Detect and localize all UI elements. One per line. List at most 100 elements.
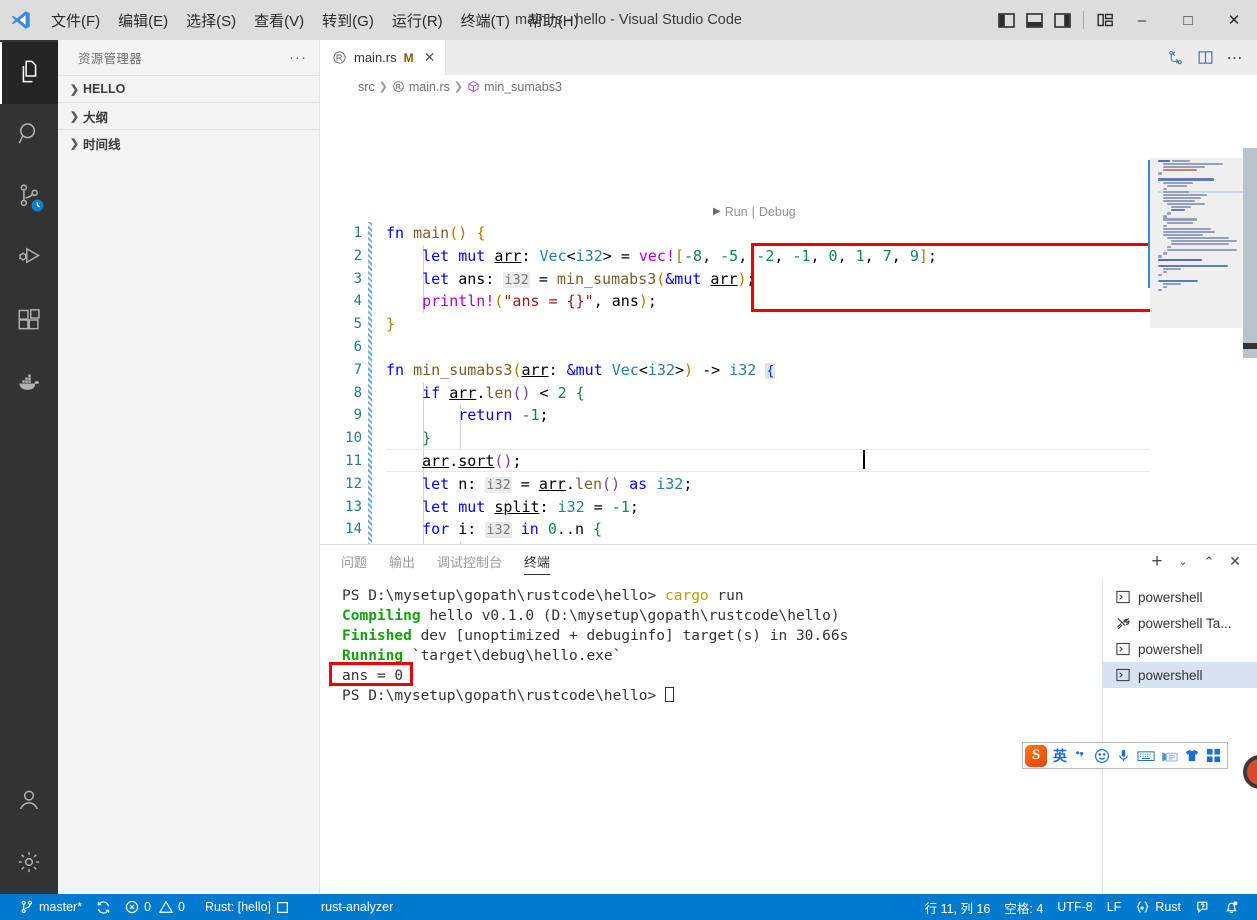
status-feedback[interactable] bbox=[1188, 894, 1217, 920]
ime-toolbar[interactable]: S 英 bbox=[1022, 742, 1228, 769]
sidebar-section-timeline[interactable]: ❯ 时间线 bbox=[58, 129, 319, 156]
source-control-branch-icon bbox=[20, 900, 34, 914]
terminal-list-label: powershell bbox=[1138, 641, 1203, 657]
codelens-run-link[interactable]: Run bbox=[725, 201, 748, 224]
minimap-slider[interactable] bbox=[1150, 158, 1243, 328]
sidebar-item-explorer[interactable] bbox=[0, 42, 58, 104]
tab-debug-console[interactable]: 调试控制台 bbox=[426, 545, 513, 578]
sidebar-section-hello[interactable]: ❯ HELLO bbox=[58, 75, 319, 102]
codelens-debug-link[interactable]: Debug bbox=[759, 201, 796, 224]
status-encoding[interactable]: UTF-8 bbox=[1050, 894, 1099, 920]
menu-edit[interactable]: 编辑(E) bbox=[109, 0, 177, 40]
maximize-button[interactable]: □ bbox=[1165, 0, 1211, 40]
status-language-mode[interactable]: Rust bbox=[1128, 894, 1188, 920]
sidebar-section-label: 大纲 bbox=[83, 110, 109, 125]
sidebar-item-docker[interactable] bbox=[0, 352, 58, 414]
code-lines: fn main() { let mut arr: Vec<i32> = vec!… bbox=[386, 222, 1257, 544]
editor-scrollbar-thumb[interactable] bbox=[1243, 148, 1257, 358]
open-changes-icon[interactable] bbox=[1161, 44, 1189, 72]
maximize-panel-button[interactable]: ⌃ bbox=[1197, 550, 1221, 574]
chevron-right-icon: ❯ bbox=[69, 83, 80, 96]
split-editor-icon[interactable] bbox=[1191, 44, 1219, 72]
voice-icon[interactable] bbox=[1116, 748, 1131, 763]
code-line: let ans: i32 = min_sumabs3(&mut arr); bbox=[422, 269, 756, 288]
sidebar-more-actions-icon[interactable]: ··· bbox=[289, 49, 307, 66]
accounts-button[interactable] bbox=[0, 770, 58, 832]
editor-scrollbar[interactable] bbox=[1243, 98, 1257, 544]
run-debug-icon bbox=[16, 244, 43, 274]
sidebar-item-run-and-debug[interactable] bbox=[0, 228, 58, 290]
terminal-list-item[interactable]: powershell bbox=[1103, 636, 1257, 662]
line-number: 13 bbox=[345, 498, 362, 515]
sidebar-section-outline[interactable]: ❯ 大纲 bbox=[58, 102, 319, 129]
breadcrumb-file[interactable]: main.rs bbox=[392, 80, 450, 94]
status-branch-label: master* bbox=[39, 900, 83, 914]
status-cursor-position[interactable]: 行 11, 列 16 bbox=[918, 894, 998, 920]
menu-help[interactable]: 帮助(H) bbox=[519, 0, 588, 40]
terminal-list-label: powershell Ta... bbox=[1138, 615, 1232, 631]
terminal-dropdown-button[interactable]: ⌄ bbox=[1171, 550, 1195, 574]
more-actions-icon[interactable]: ⋯ bbox=[1221, 44, 1249, 72]
ime-mode-toggle[interactable]: 英 bbox=[1053, 746, 1067, 766]
sidebar-section-label: 时间线 bbox=[83, 137, 121, 152]
warning-icon bbox=[159, 900, 174, 914]
toggle-panel-icon[interactable] bbox=[1020, 0, 1048, 40]
terminal-cursor bbox=[665, 687, 675, 702]
menu-run[interactable]: 运行(R) bbox=[383, 0, 452, 40]
tab-output[interactable]: 输出 bbox=[378, 545, 426, 578]
line-number: 7 bbox=[353, 361, 362, 378]
punctuation-icon[interactable] bbox=[1073, 748, 1088, 763]
code-line: let n: i32 = arr.len() as i32; bbox=[422, 474, 693, 493]
tab-label: main.rs bbox=[354, 50, 397, 65]
code-line: let mut split: i32 = -1; bbox=[422, 497, 639, 516]
skin-icon[interactable] bbox=[1184, 748, 1200, 763]
sidebar-item-source-control[interactable] bbox=[0, 166, 58, 228]
terminal-output[interactable]: PS D:\mysetup\gopath\rustcode\hello> car… bbox=[320, 578, 1102, 894]
tab-close-icon[interactable]: ✕ bbox=[424, 49, 436, 66]
sogou-logo-icon[interactable]: S bbox=[1025, 744, 1047, 767]
rust-file-icon bbox=[392, 80, 405, 93]
status-problems[interactable]: 0 0 bbox=[118, 894, 192, 920]
status-rust-project[interactable]: Rust: [hello] bbox=[198, 894, 296, 920]
sidebar-item-search[interactable] bbox=[0, 104, 58, 166]
status-rust-analyzer[interactable]: rust-analyzer bbox=[314, 894, 400, 920]
apps-icon[interactable] bbox=[1206, 748, 1221, 763]
status-notifications[interactable] bbox=[1217, 894, 1257, 920]
status-indentation[interactable]: 空格: 4 bbox=[997, 894, 1050, 920]
tab-terminal[interactable]: 终端 bbox=[513, 545, 561, 578]
status-eol[interactable]: LF bbox=[1100, 894, 1129, 920]
tab-main-rs[interactable]: main.rs M ✕ bbox=[320, 40, 447, 75]
sidebar-item-extensions[interactable] bbox=[0, 290, 58, 352]
vscode-logo-icon bbox=[0, 9, 42, 31]
new-terminal-button[interactable]: + bbox=[1145, 550, 1169, 574]
terminal-list-item[interactable]: powershell bbox=[1103, 584, 1257, 610]
toggle-primary-sidebar-icon[interactable] bbox=[992, 0, 1020, 40]
keyboard-icon[interactable] bbox=[1137, 749, 1155, 763]
code-editor[interactable]: ▶ Run | Debug 1 2 3 4 5 6 7 8 9 10 11 12… bbox=[320, 98, 1257, 544]
terminal-list-item[interactable]: powershell Ta... bbox=[1103, 610, 1257, 636]
menu-terminal[interactable]: 终端(T) bbox=[452, 0, 519, 40]
menu-view[interactable]: 查看(V) bbox=[245, 0, 313, 40]
terminal-line: Finished dev [unoptimized + debuginfo] t… bbox=[342, 628, 849, 644]
sidebar-section-label: HELLO bbox=[83, 82, 126, 96]
emoji-icon[interactable] bbox=[1094, 748, 1110, 764]
tab-problems[interactable]: 问题 bbox=[330, 545, 378, 578]
breadcrumb-src[interactable]: src bbox=[358, 80, 375, 94]
close-button[interactable]: ✕ bbox=[1211, 0, 1257, 40]
menu-selection[interactable]: 选择(S) bbox=[177, 0, 245, 40]
terminal-list-item[interactable]: powershell bbox=[1103, 662, 1257, 688]
source-control-icon bbox=[16, 182, 44, 212]
breadcrumb-symbol[interactable]: min_sumabs3 bbox=[467, 80, 562, 94]
status-sync[interactable] bbox=[89, 894, 118, 920]
toggle-secondary-sidebar-icon[interactable] bbox=[1048, 0, 1076, 40]
clipboard-icon[interactable] bbox=[1161, 749, 1178, 763]
status-branch[interactable]: master* bbox=[0, 894, 89, 920]
menu-go[interactable]: 转到(G) bbox=[313, 0, 383, 40]
customize-layout-icon[interactable] bbox=[1091, 0, 1119, 40]
minimize-button[interactable]: – bbox=[1119, 0, 1165, 40]
manage-settings-button[interactable] bbox=[0, 832, 58, 894]
menu-file[interactable]: 文件(F) bbox=[42, 0, 109, 40]
close-panel-button[interactable]: ✕ bbox=[1223, 550, 1247, 574]
sidebar-header: 资源管理器 ··· bbox=[58, 40, 319, 75]
line-number: 12 bbox=[345, 475, 362, 492]
